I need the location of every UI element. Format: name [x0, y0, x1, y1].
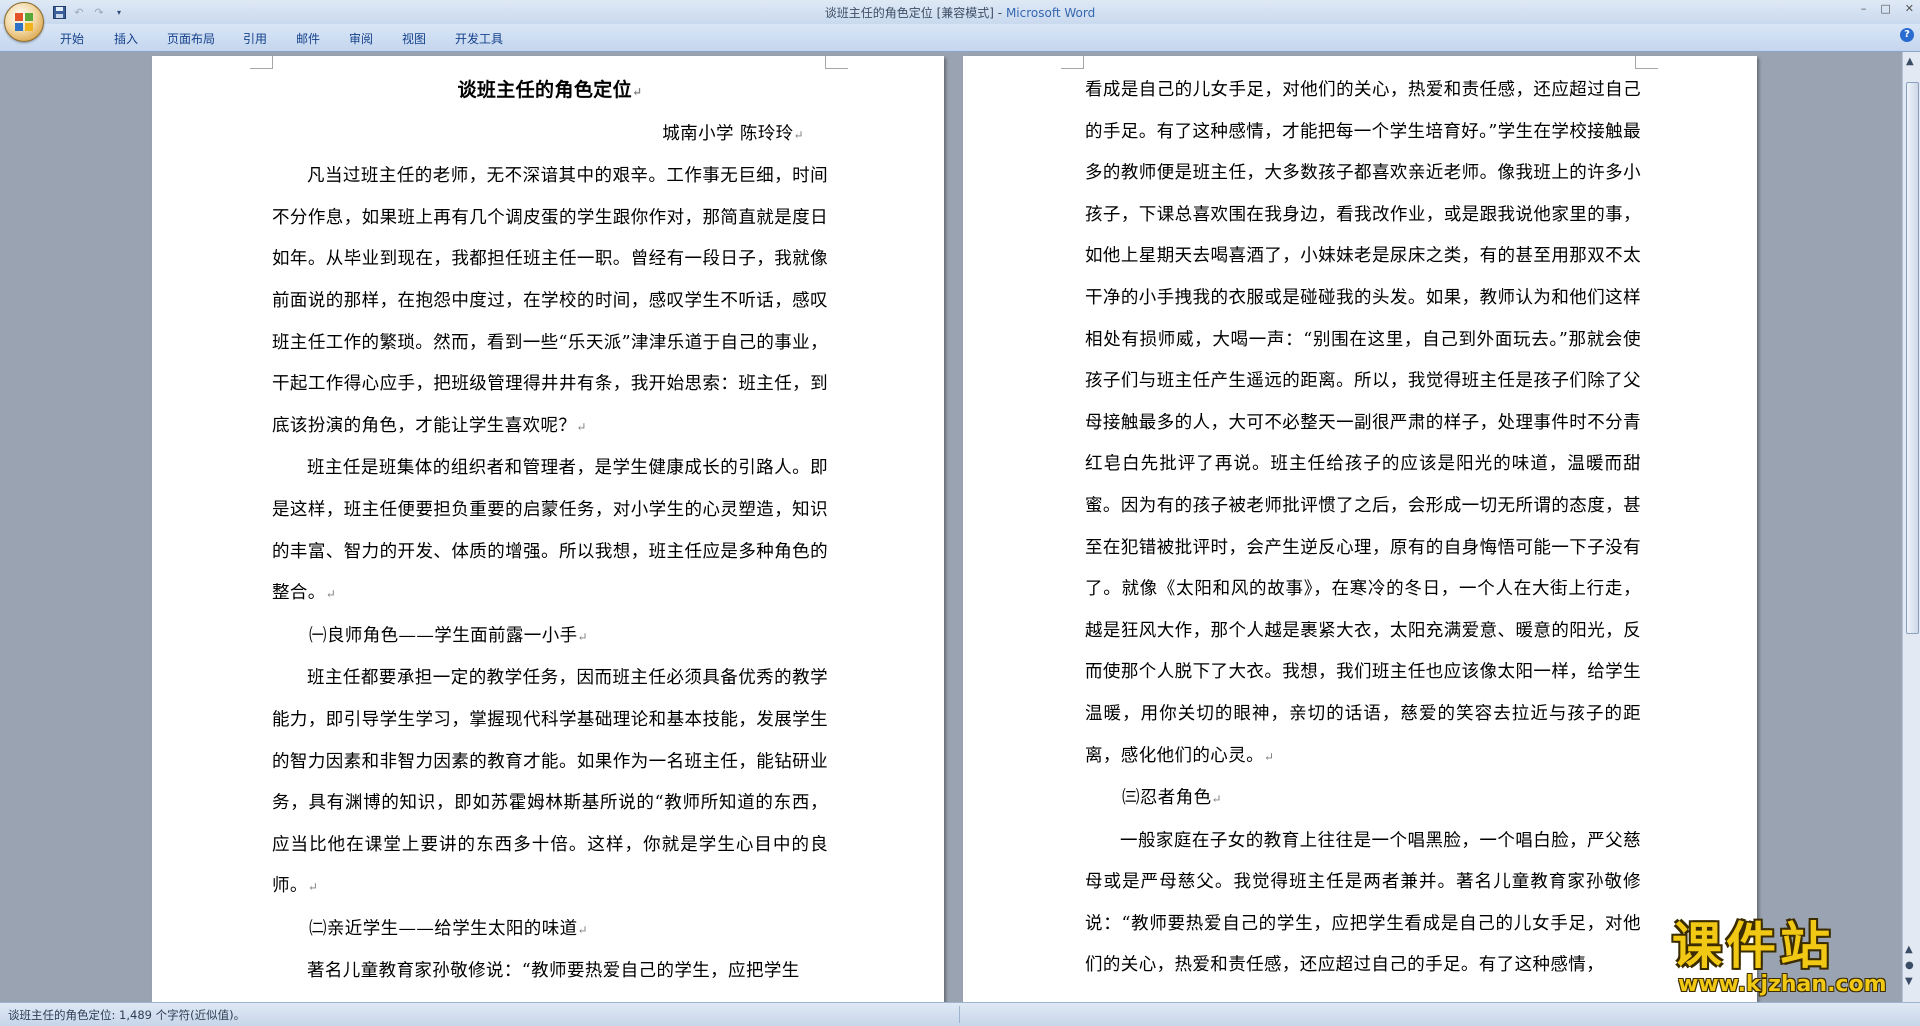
page-2-body: 看成是自己的儿女手足，对他们的关心，热爱和责任感，还应超过自己的手足。有了这种感… — [1085, 70, 1641, 987]
paragraph: 班主任都要承担一定的教学任务，因而班主任必须具备优秀的教学能力，即引导学生学习，… — [272, 658, 828, 909]
previous-page-icon[interactable]: ▲ — [1905, 944, 1913, 955]
watermark: 课件站 www.kjzhan.com — [1672, 918, 1906, 998]
paragraph-text: 一般家庭在子女的教育上往往是一个唱黑脸，一个唱白脸，严父慈母或是严母慈父。我觉得… — [1085, 830, 1641, 976]
paragraph-text: 班主任都要承担一定的教学任务，因而班主任必须具备优秀的教学能力，即引导学生学习，… — [272, 668, 828, 897]
margin-marker-top-right — [1635, 56, 1658, 69]
status-bar: 谈班主任的角色定位: 1,489 个字符(近似值)。 — [0, 1002, 1920, 1026]
document-page-2[interactable]: 看成是自己的儿女手足，对他们的关心，热爱和责任感，还应超过自己的手足。有了这种感… — [963, 56, 1757, 1002]
tab-references[interactable]: 引用 — [243, 30, 267, 47]
heading-text: ㈢忍者角色 — [1122, 788, 1212, 809]
tab-review[interactable]: 审阅 — [349, 30, 373, 47]
paragraph-mark: ↵ — [325, 587, 337, 602]
section-heading: ㈠良师角色——学生面前露一小手↵ — [272, 616, 828, 659]
margin-marker-top-right — [825, 56, 848, 69]
paragraph-text: 凡当过班主任的老师，无不深谙其中的艰辛。工作事无巨细，时间不分作息，如果班上再有… — [272, 166, 828, 436]
document-title: 谈班主任的角色定位 [兼容模式] — [824, 6, 994, 20]
watermark-logo-text: 课件站 — [1672, 917, 1834, 975]
document-title-heading: 谈班主任的角色定位↵ — [272, 70, 828, 114]
page-1-body: 谈班主任的角色定位↵ 城南小学 陈玲玲↵ 凡当过班主任的老师，无不深谙其中的艰辛… — [272, 70, 828, 993]
section-heading: ㈡亲近学生——给学生太阳的味道↵ — [272, 909, 828, 952]
paragraph-mark: ↵ — [576, 419, 587, 434]
office-button[interactable] — [4, 2, 44, 42]
title-text: 谈班主任的角色定位 — [457, 79, 633, 101]
paragraph-text: 著名儿童教育家孙敬修说：“教师要热爱自己的学生，应把学生 — [307, 961, 800, 982]
watermark-url: www.kjzhan.com — [1678, 972, 1887, 997]
paragraph-mark: ↵ — [1211, 792, 1222, 807]
paragraph: 一般家庭在子女的教育上往往是一个唱黑脸，一个唱白脸，严父慈母或是严母慈父。我觉得… — [1085, 821, 1641, 987]
office-logo-icon — [15, 13, 33, 31]
help-icon[interactable]: ? — [1900, 28, 1914, 42]
document-workspace: 谈班主任的角色定位↵ 城南小学 陈玲玲↵ 凡当过班主任的老师，无不深谙其中的艰辛… — [0, 52, 1902, 1002]
heading-text: ㈠良师角色——学生面前露一小手 — [309, 625, 578, 646]
vertical-scrollbar[interactable]: ▲ ▲ ● ▼ — [1902, 52, 1920, 1002]
tab-view[interactable]: 视图 — [402, 30, 426, 47]
author-line: 城南小学 陈玲玲↵ — [272, 114, 828, 157]
margin-marker-top-left — [1061, 56, 1084, 69]
paragraph: 班主任是班集体的组织者和管理者，是学生健康成长的引路人。即是这样，班主任便要担负… — [272, 448, 828, 615]
section-heading: ㈢忍者角色↵ — [1085, 778, 1641, 821]
author-text: 城南小学 陈玲玲 — [662, 123, 794, 144]
next-page-icon[interactable]: ▼ — [1905, 976, 1913, 987]
title-bar: ↶ ↷ ▾ 谈班主任的角色定位 [兼容模式] - Microsoft Word … — [0, 0, 1920, 24]
paragraph-text: 看成是自己的儿女手足，对他们的关心，热爱和责任感，还应超过自己的手足。有了这种感… — [1085, 80, 1641, 766]
paragraph-mark: ↵ — [632, 85, 643, 99]
window-title: 谈班主任的角色定位 [兼容模式] - Microsoft Word — [0, 4, 1920, 21]
paragraph-mark: ↵ — [577, 629, 588, 644]
ribbon-tab-bar: 开始 插入 页面布局 引用 邮件 审阅 视图 开发工具 ? — [0, 24, 1920, 52]
paragraph: 著名儿童教育家孙敬修说：“教师要热爱自己的学生，应把学生 — [272, 951, 828, 993]
tab-developer[interactable]: 开发工具 — [455, 30, 503, 47]
tab-mailings[interactable]: 邮件 — [296, 30, 320, 47]
paragraph-mark: ↵ — [1264, 749, 1275, 764]
word-count-status[interactable]: 谈班主任的角色定位: 1,489 个字符(近似值)。 — [8, 1007, 245, 1023]
heading-text: ㈡亲近学生——给学生太阳的味道 — [309, 918, 578, 939]
browse-object-icon[interactable]: ● — [1905, 960, 1914, 971]
title-separator: - — [993, 6, 1006, 20]
tab-page-layout[interactable]: 页面布局 — [167, 30, 215, 47]
paragraph-mark: ↵ — [793, 127, 804, 142]
paragraph: 凡当过班主任的老师，无不深谙其中的艰辛。工作事无巨细，时间不分作息，如果班上再有… — [272, 156, 828, 448]
close-icon[interactable]: ✕ — [1905, 2, 1914, 15]
paragraph-mark: ↵ — [307, 880, 319, 895]
tab-home[interactable]: 开始 — [60, 30, 84, 47]
tab-insert[interactable]: 插入 — [114, 30, 138, 47]
status-separator — [959, 1006, 960, 1023]
scroll-up-icon[interactable]: ▲ — [1906, 56, 1914, 67]
window-controls: – □ ✕ — [1861, 2, 1914, 15]
paragraph-mark: ↵ — [577, 922, 588, 937]
paragraph-text: 班主任是班集体的组织者和管理者，是学生健康成长的引路人。即是这样，班主任便要担负… — [272, 458, 828, 604]
app-name: Microsoft Word — [1005, 6, 1096, 20]
margin-marker-top-left — [250, 56, 273, 69]
scrollbar-thumb[interactable] — [1906, 82, 1919, 634]
paragraph: 看成是自己的儿女手足，对他们的关心，热爱和责任感，还应超过自己的手足。有了这种感… — [1085, 70, 1641, 778]
document-page-1[interactable]: 谈班主任的角色定位↵ 城南小学 陈玲玲↵ 凡当过班主任的老师，无不深谙其中的艰辛… — [152, 56, 944, 1002]
maximize-icon[interactable]: □ — [1880, 2, 1890, 15]
minimize-icon[interactable]: – — [1861, 2, 1867, 15]
